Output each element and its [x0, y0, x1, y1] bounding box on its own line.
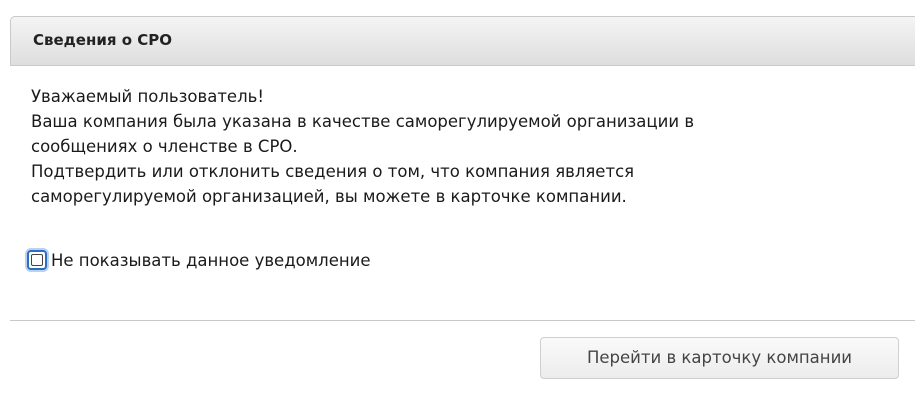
message-line: Подтвердить или отклонить сведения о том…	[31, 162, 635, 181]
dont-show-again-row[interactable]: Не показывать данное уведомление	[27, 247, 371, 273]
sro-notification-dialog: Сведения о СРО Уважаемый пользователь! В…	[0, 0, 915, 397]
dialog-header: Сведения о СРО	[10, 16, 915, 66]
dialog-message: Уважаемый пользователь! Ваша компания бы…	[31, 84, 891, 209]
message-line: Уважаемый пользователь!	[31, 87, 264, 106]
checkbox-unchecked-icon[interactable]	[27, 250, 47, 270]
footer-divider	[10, 320, 915, 321]
dont-show-again-label[interactable]: Не показывать данное уведомление	[51, 251, 371, 270]
go-to-company-card-button[interactable]: Перейти в карточку компании	[540, 337, 899, 379]
message-line: сообщениях о членстве в СРО.	[31, 137, 298, 156]
dialog-title: Сведения о СРО	[33, 31, 172, 49]
message-line: Ваша компания была указана в качестве са…	[31, 112, 695, 131]
message-line: саморегулируемой организацией, вы можете…	[31, 187, 627, 206]
